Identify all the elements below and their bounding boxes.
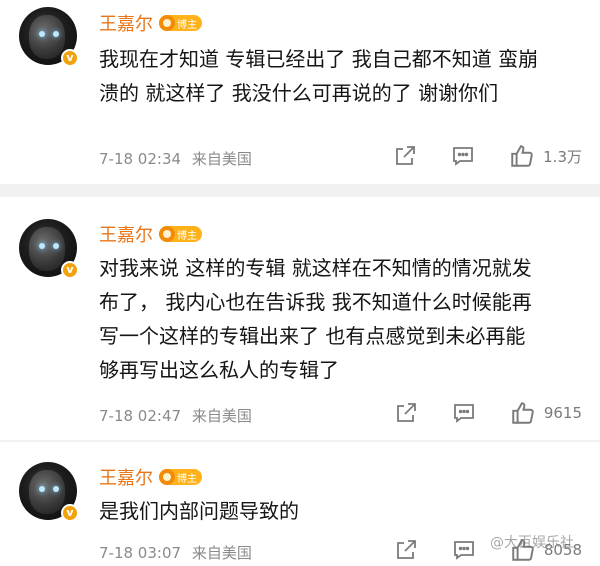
comment-text: 是我们内部问题导致的 xyxy=(99,494,579,528)
comment-button[interactable] xyxy=(452,401,476,425)
like-icon xyxy=(512,402,534,424)
badge-icon xyxy=(159,469,175,485)
share-icon xyxy=(396,540,416,559)
author-name[interactable]: 王嘉尔 xyxy=(99,464,153,490)
comment-icon xyxy=(453,147,474,166)
verified-v-badge-icon: v xyxy=(61,49,79,67)
author-row: 王嘉尔 博主 xyxy=(99,10,202,36)
badge-label: 博主 xyxy=(177,230,197,242)
avatar[interactable]: v xyxy=(19,7,79,67)
share-button[interactable] xyxy=(394,538,418,562)
comment-line: 溃的 就这样了 我没什么可再说的了 谢谢你们 xyxy=(99,81,499,105)
share-button[interactable] xyxy=(394,401,418,425)
like-count: 9615 xyxy=(543,404,582,422)
comment-line: 我现在才知道 专辑已经出了 我自己都不知道 蛮崩 xyxy=(99,47,539,71)
comment-meta: 7-18 03:07 来自美国 xyxy=(99,542,252,563)
comment-line: 对我来说 这样的专辑 就这样在不知情的情况就发 xyxy=(99,256,532,280)
author-name[interactable]: 王嘉尔 xyxy=(99,221,153,247)
like-button[interactable]: 9615 xyxy=(510,400,582,426)
author-name[interactable]: 王嘉尔 xyxy=(99,10,153,36)
like-icon xyxy=(511,145,533,167)
comment-button[interactable] xyxy=(452,538,476,562)
comment-button[interactable] xyxy=(451,144,475,168)
verified-v-badge-icon: v xyxy=(61,261,79,279)
avatar-eye xyxy=(39,486,45,492)
avatar[interactable]: v xyxy=(19,462,79,522)
avatar-eye xyxy=(39,31,45,37)
comment-location: 来自美国 xyxy=(191,544,252,562)
avatar-face xyxy=(29,227,65,271)
comment-time: 7-18 02:34 xyxy=(99,150,182,168)
blogger-badge: 博主 xyxy=(159,15,202,31)
author-row: 王嘉尔 博主 xyxy=(99,464,202,490)
like-count: 1.3万 xyxy=(543,147,582,166)
comment-meta: 7-18 02:47 来自美国 xyxy=(99,405,252,426)
avatar-eye xyxy=(53,31,59,37)
comment-location: 来自美国 xyxy=(191,150,252,168)
badge-icon xyxy=(159,15,175,31)
comment-icon xyxy=(453,404,474,423)
comment-location: 来自美国 xyxy=(191,407,252,425)
comment-line: 写一个这样的专辑出来了 也有点感觉到未必再能 xyxy=(99,324,526,348)
blogger-badge: 博主 xyxy=(159,469,202,485)
avatar-face xyxy=(29,15,65,59)
comment-time: 7-18 03:07 xyxy=(99,544,182,562)
comment-meta: 7-18 02:34 来自美国 xyxy=(99,148,252,169)
share-icon xyxy=(396,146,416,165)
blogger-badge: 博主 xyxy=(159,226,202,242)
avatar-eye xyxy=(39,243,45,249)
comment-actions: 1.3万 xyxy=(393,143,582,169)
comment-text: 我现在才知道 专辑已经出了 我自己都不知道 蛮崩 溃的 就这样了 我没什么可再说… xyxy=(99,42,579,110)
comment-actions: 9615 xyxy=(394,400,582,426)
divider xyxy=(0,440,600,442)
avatar[interactable]: v xyxy=(19,219,79,279)
comment-time: 7-18 02:47 xyxy=(99,407,182,425)
badge-icon xyxy=(159,226,175,242)
like-button[interactable]: 1.3万 xyxy=(509,143,582,169)
comment-line: 够再写出这么私人的专辑了 xyxy=(99,358,339,382)
comment-line: 布了， 我内心也在告诉我 我不知道什么时候能再 xyxy=(99,290,532,314)
comment-text: 对我来说 这样的专辑 就这样在不知情的情况就发 布了， 我内心也在告诉我 我不知… xyxy=(99,251,579,387)
share-button[interactable] xyxy=(393,144,417,168)
avatar-eye xyxy=(53,486,59,492)
comment-line: 是我们内部问题导致的 xyxy=(99,499,299,523)
avatar-eye xyxy=(53,243,59,249)
share-icon xyxy=(396,403,416,422)
watermark: @大百娱乐社 xyxy=(490,535,574,551)
author-row: 王嘉尔 博主 xyxy=(99,221,202,247)
divider xyxy=(0,184,600,197)
badge-label: 博主 xyxy=(177,19,197,31)
comment-icon xyxy=(453,541,474,560)
badge-label: 博主 xyxy=(177,473,197,485)
avatar-face xyxy=(29,470,65,514)
verified-v-badge-icon: v xyxy=(61,504,79,522)
